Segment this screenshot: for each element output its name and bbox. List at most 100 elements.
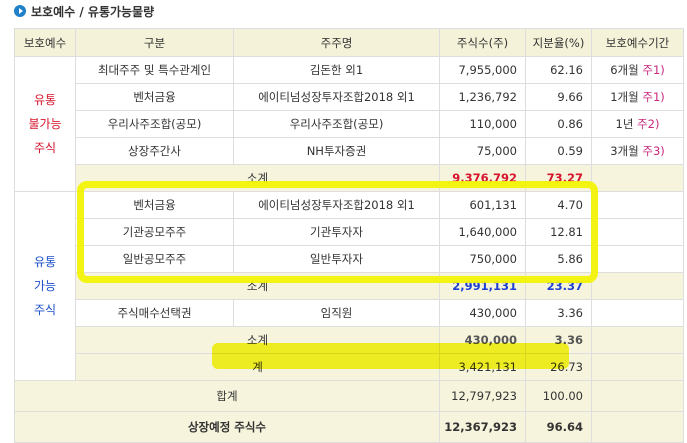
- cell-ratio: 62.16: [525, 56, 592, 84]
- grand-total-label: 합계: [14, 380, 440, 412]
- cell-category: 벤처금융: [75, 83, 234, 111]
- cell-holder: 에이티넘성장투자조합2018 외1: [233, 83, 440, 111]
- col-header-ratio: 지분율(%): [525, 28, 592, 57]
- grand-total-row: 합계 12,797,923 100.00: [14, 380, 684, 412]
- cell-holder: 우리사주조합(공모): [233, 110, 440, 138]
- empty-cell: [591, 164, 684, 192]
- group-label-restricted: 유통 불가능 주식: [14, 56, 76, 192]
- section-heading: 보호예수 / 유통가능물량: [14, 2, 154, 20]
- grand-total-ratio: 100.00: [525, 380, 592, 412]
- subtotal-shares: 2,991,131: [439, 272, 526, 300]
- cell-ratio: 12.81: [525, 218, 592, 246]
- cell-category: 최대주주 및 특수관계인: [75, 56, 234, 84]
- cell-ratio: 4.70: [525, 191, 592, 219]
- cell-category: 주식매수선택권: [75, 299, 234, 327]
- subtotal-ratio: 23.37: [525, 272, 592, 300]
- total-label: 계: [75, 353, 440, 381]
- cell-shares: 750,000: [439, 245, 526, 273]
- cell-period: 1개월 주1): [591, 83, 684, 111]
- period-text: 1년: [615, 117, 634, 131]
- subtotal-row: 소계 430,000 3.36: [15, 326, 684, 354]
- subtotal-shares: 430,000: [439, 326, 526, 354]
- cell-category: 상장주간사: [75, 137, 234, 165]
- table-row: 벤처금융 에이티넘성장투자조합2018 외1 1,236,792 9.66 1개…: [15, 83, 684, 111]
- cell-category: 우리사주조합(공모): [75, 110, 234, 138]
- total-ratio: 26.73: [525, 353, 592, 381]
- total-shares: 3,421,131: [439, 353, 526, 381]
- subtotal-label: 소계: [75, 164, 440, 192]
- header-row: 보호예수 구분 주주명 주식수(주) 지분율(%) 보호예수기간: [14, 28, 684, 57]
- cell-category: 벤처금융: [75, 191, 234, 219]
- footnote-link[interactable]: 주1): [642, 63, 664, 77]
- cell-category: 기관공모주주: [75, 218, 234, 246]
- col-header-lockup: 보호예수: [14, 28, 76, 57]
- group-label-line: 주식: [33, 303, 57, 317]
- cell-ratio: 9.66: [525, 83, 592, 111]
- cell-shares: 110,000: [439, 110, 526, 138]
- table-row: 기관공모주주 기관투자자 1,640,000 12.81: [15, 218, 684, 246]
- empty-cell: [591, 353, 684, 381]
- cell-holder: 김돈한 외1: [233, 56, 440, 84]
- group-label-line: 가능: [33, 279, 57, 293]
- table-row: 주식매수선택권 임직원 430,000 3.36: [15, 299, 684, 327]
- table-row: 우리사주조합(공모) 우리사주조합(공모) 110,000 0.86 1년 주2…: [15, 110, 684, 138]
- subtotal-label: 소계: [75, 326, 440, 354]
- empty-cell: [591, 272, 684, 300]
- group-label-line: 유통: [33, 255, 57, 269]
- period-text: 1개월: [610, 90, 639, 104]
- cell-ratio: 0.86: [525, 110, 592, 138]
- group-label-line: 주식: [33, 141, 57, 155]
- cell-ratio: 0.59: [525, 137, 592, 165]
- table-row: 상장주간사 NH투자증권 75,000 0.59 3개월 주3): [15, 137, 684, 165]
- cell-ratio: 5.86: [525, 245, 592, 273]
- col-header-holder: 주주명: [233, 28, 440, 57]
- cell-shares: 75,000: [439, 137, 526, 165]
- cell-holder: 에이티넘성장투자조합2018 외1: [233, 191, 440, 219]
- empty-cell: [591, 245, 684, 273]
- cell-shares: 430,000: [439, 299, 526, 327]
- empty-cell: [591, 299, 684, 327]
- empty-cell: [591, 326, 684, 354]
- cell-period: 3개월 주3): [591, 137, 684, 165]
- period-text: 3개월: [610, 144, 639, 158]
- footnote-link[interactable]: 주2): [637, 117, 659, 131]
- group-label-tradable: 유통 가능 주식: [14, 191, 76, 381]
- subtotal-shares: 9,376,792: [439, 164, 526, 192]
- footnote-link[interactable]: 주1): [642, 90, 664, 104]
- cell-category: 일반공모주주: [75, 245, 234, 273]
- group-label-line: 유통: [33, 93, 57, 107]
- total-row: 계 3,421,131 26.73: [15, 353, 684, 381]
- col-header-category: 구분: [75, 28, 234, 57]
- cell-shares: 1,640,000: [439, 218, 526, 246]
- cell-shares: 7,955,000: [439, 56, 526, 84]
- footnote-link[interactable]: 주3): [642, 144, 664, 158]
- cell-holder: 기관투자자: [233, 218, 440, 246]
- grand-total-shares: 12,797,923: [439, 380, 526, 412]
- col-header-shares: 주식수(주): [439, 28, 526, 57]
- cell-shares: 601,131: [439, 191, 526, 219]
- empty-cell: [591, 218, 684, 246]
- subtotal-row: 소계 2,991,131 23.37: [15, 272, 684, 300]
- cell-shares: 1,236,792: [439, 83, 526, 111]
- empty-cell: [591, 380, 684, 412]
- subtotal-ratio: 73.27: [525, 164, 592, 192]
- subtotal-ratio: 3.36: [525, 326, 592, 354]
- group-label-line: 불가능: [28, 117, 62, 131]
- bullet-arrow-icon: [14, 5, 26, 17]
- table-row: 유통 가능 주식 벤처금융 에이티넘성장투자조합2018 외1 601,131 …: [14, 191, 684, 381]
- subtotal-row: 소계 9,376,792 73.27: [15, 164, 684, 192]
- cell-holder: NH투자증권: [233, 137, 440, 165]
- lockup-table: 보호예수 구분 주주명 주식수(주) 지분율(%) 보호예수기간 유통 불가능 …: [14, 28, 684, 443]
- empty-cell: [591, 191, 684, 219]
- table-row: 유통 불가능 주식 최대주주 및 특수관계인 김돈한 외1 7,955,000 …: [14, 56, 684, 192]
- table-row: 일반공모주주 일반투자자 750,000 5.86: [15, 245, 684, 273]
- cell-period: 1년 주2): [591, 110, 684, 138]
- col-header-period: 보호예수기간: [591, 28, 684, 57]
- cell-holder: 임직원: [233, 299, 440, 327]
- period-text: 6개월: [610, 63, 639, 77]
- section-title: 보호예수 / 유통가능물량: [31, 4, 155, 19]
- cell-ratio: 3.36: [525, 299, 592, 327]
- cell-holder: 일반투자자: [233, 245, 440, 273]
- cell-period: 6개월 주1): [591, 56, 684, 84]
- subtotal-label: 소계: [75, 272, 440, 300]
